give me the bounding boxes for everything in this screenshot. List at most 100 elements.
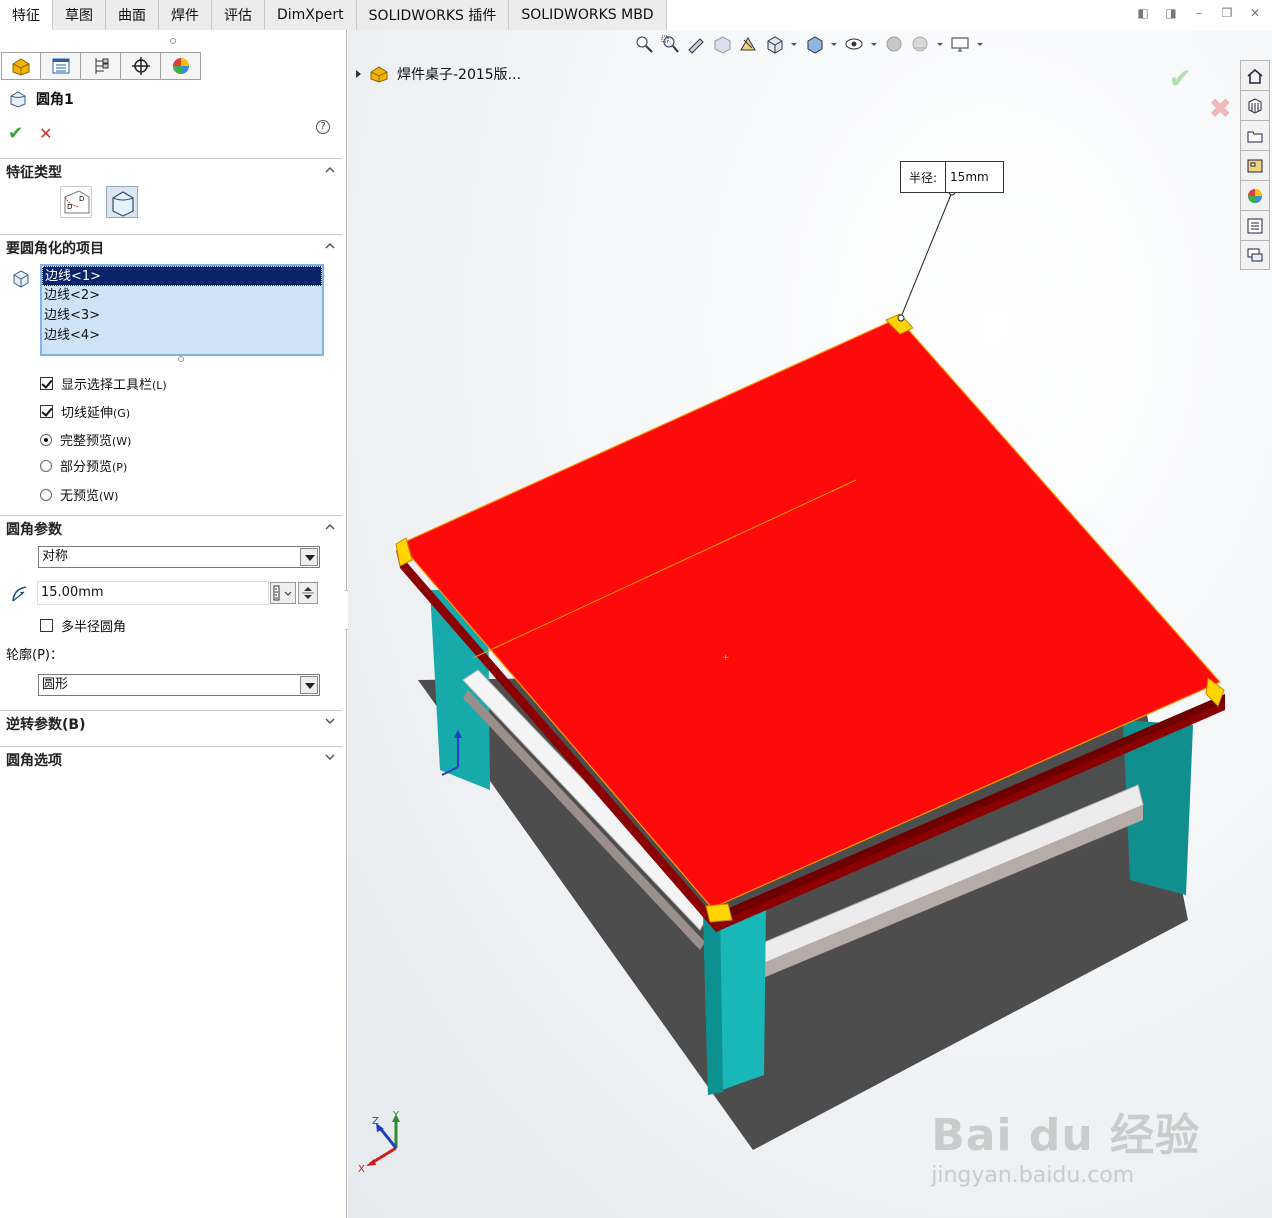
tab-features[interactable]: 特征 [0, 0, 53, 30]
partial-preview-radio[interactable] [40, 459, 52, 472]
solidworks-window: 特征 草图 曲面 焊件 评估 DimXpert SOLIDWORKS 插件 SO… [0, 0, 1272, 1218]
full-preview-radio[interactable] [40, 433, 52, 446]
task-pane-tabs [1240, 60, 1272, 270]
no-preview-shortcut: (W) [99, 490, 119, 503]
tangent-propagation-checkbox[interactable] [40, 405, 53, 418]
home-tab[interactable] [1240, 60, 1270, 90]
section-fillet-options[interactable]: 圆角选项 [0, 746, 342, 772]
tangent-propagation-label: 切线延伸 [61, 406, 114, 421]
design-library-icon [1247, 159, 1263, 172]
chevron-down-icon[interactable] [300, 676, 318, 694]
pane-right-icon[interactable]: ◨ [1164, 6, 1178, 20]
partial-preview-option[interactable]: 部分预览(P) [40, 456, 127, 475]
appearance-icon [172, 58, 189, 74]
multi-radius-option[interactable]: 多半径圆角 [40, 616, 126, 635]
no-preview-radio[interactable] [40, 488, 52, 501]
crosshair-icon [131, 57, 150, 75]
tab-dimxpert[interactable]: DimXpert [265, 0, 357, 30]
watermark: Bai du 经验 jingyan.baidu.com [931, 1099, 1200, 1188]
section-reverse-parameters[interactable]: 逆转参数(B) [0, 710, 342, 736]
edge-selection-icon [13, 270, 29, 288]
custom-properties-tab[interactable] [1240, 210, 1270, 240]
help-button[interactable]: ? [316, 120, 330, 134]
tangent-propagation-option[interactable]: 切线延伸(G) [40, 402, 130, 421]
show-toolbar-checkbox[interactable] [40, 377, 53, 390]
triad-x-label: X [358, 1164, 365, 1175]
profile-value: 圆形 [42, 677, 69, 692]
tab-surfaces[interactable]: 曲面 [106, 0, 159, 30]
feature-manager-tab[interactable] [1, 52, 41, 80]
multi-radius-label: 多半径圆角 [61, 620, 127, 635]
tab-sketch[interactable]: 草图 [53, 0, 106, 30]
radius-input[interactable]: 15.00mm [37, 581, 269, 605]
file-explorer-tab[interactable] [1240, 120, 1270, 150]
radius-icon [12, 586, 27, 602]
tab-evaluate[interactable]: 评估 [212, 0, 265, 30]
section-items-to-fillet[interactable]: 要圆角化的项目 [0, 234, 342, 260]
pane-left-icon[interactable]: ◧ [1136, 6, 1150, 20]
list-item[interactable]: 边线<4> [42, 326, 322, 346]
design-library-tab[interactable] [1240, 150, 1270, 180]
show-selection-toolbar-option[interactable]: 显示选择工具栏(L) [40, 374, 167, 393]
no-preview-option[interactable]: 无预览(W) [40, 485, 118, 504]
forum-tab[interactable] [1240, 240, 1270, 270]
appearances-tab[interactable] [1240, 180, 1270, 210]
tab-mbd[interactable]: SOLIDWORKS MBD [509, 0, 667, 30]
radius-spin-controls [270, 582, 320, 604]
radius-callout-label: 半径: [901, 162, 947, 192]
fillet-manual-button[interactable]: DD [60, 186, 92, 218]
close-icon[interactable]: ✕ [1248, 6, 1262, 20]
profile-select[interactable]: 圆形 [38, 674, 320, 696]
property-manager-tab[interactable] [41, 52, 81, 80]
radius-callout[interactable]: 半径: 15mm [900, 161, 1004, 193]
watermark-logo-text: Bai du 经验 [931, 1110, 1200, 1161]
callout-target [897, 314, 905, 322]
fillet-method-select[interactable]: 对称 [38, 546, 320, 568]
partial-preview-label: 部分预览 [60, 460, 113, 475]
tab-weldments[interactable]: 焊件 [159, 0, 212, 30]
list-item[interactable]: 边线<1> [42, 266, 322, 286]
section-fillet-parameters[interactable]: 圆角参数 [0, 515, 342, 541]
ruler-icon [273, 585, 292, 601]
multi-radius-checkbox[interactable] [40, 619, 53, 632]
spin-arrows-icon [302, 587, 314, 599]
list-item[interactable]: 边线<3> [42, 306, 322, 326]
profile-label-text: 轮廓(P)： [6, 648, 63, 663]
listbox-resize-handle[interactable] [178, 356, 184, 362]
spin-updown-button[interactable] [298, 582, 318, 604]
chevron-down-icon[interactable] [300, 548, 318, 566]
ok-check-icon[interactable]: ✔ [8, 123, 23, 144]
restore-icon[interactable]: ❐ [1220, 6, 1234, 20]
fillet-expert-button[interactable] [106, 186, 138, 218]
section-options-label: 圆角选项 [6, 752, 62, 769]
window-controls: ◧ ◨ – ❐ ✕ [1136, 6, 1262, 20]
measure-dropdown-button[interactable] [270, 582, 296, 604]
chevron-up-icon [325, 242, 335, 249]
panel-splitter[interactable] [0, 30, 346, 52]
property-list-icon [52, 58, 69, 74]
callout-leader [900, 191, 953, 318]
folder-icon [1247, 131, 1263, 142]
model-table[interactable]: + [348, 30, 1272, 1218]
section-items-label: 要圆角化的项目 [6, 240, 104, 257]
tab-addins[interactable]: SOLIDWORKS 插件 [356, 0, 510, 30]
minimize-icon[interactable]: – [1192, 6, 1206, 20]
radius-callout-value[interactable]: 15mm [946, 170, 989, 184]
full-preview-option[interactable]: 完整预览(W) [40, 430, 131, 449]
resources-tab[interactable] [1240, 90, 1270, 120]
appearances-icon [1248, 188, 1262, 203]
dimxpert-manager-tab[interactable] [121, 52, 161, 80]
section-feature-type[interactable]: 特征类型 [0, 158, 342, 184]
graphics-area[interactable]: 焊件桌子-2015版... ✔ ✖ + 半径: 15mm Y X Z Bai d… [348, 30, 1272, 1218]
chevron-up-icon [325, 166, 335, 173]
section-fillet-params-label: 圆角参数 [6, 521, 62, 538]
cancel-x-icon[interactable]: ✕ [39, 124, 52, 143]
configuration-manager-tab[interactable] [81, 52, 121, 80]
reference-triad: Y X Z [358, 1110, 400, 1175]
edges-listbox[interactable]: 边线<1> 边线<2> 边线<3> 边线<4> [40, 264, 324, 356]
display-manager-tab[interactable] [161, 52, 201, 80]
list-item[interactable]: 边线<2> [42, 286, 322, 306]
section-feature-type-label: 特征类型 [6, 164, 62, 181]
command-manager-tabs: 特征 草图 曲面 焊件 评估 DimXpert SOLIDWORKS 插件 SO… [0, 0, 667, 30]
home-icon [1247, 68, 1263, 84]
